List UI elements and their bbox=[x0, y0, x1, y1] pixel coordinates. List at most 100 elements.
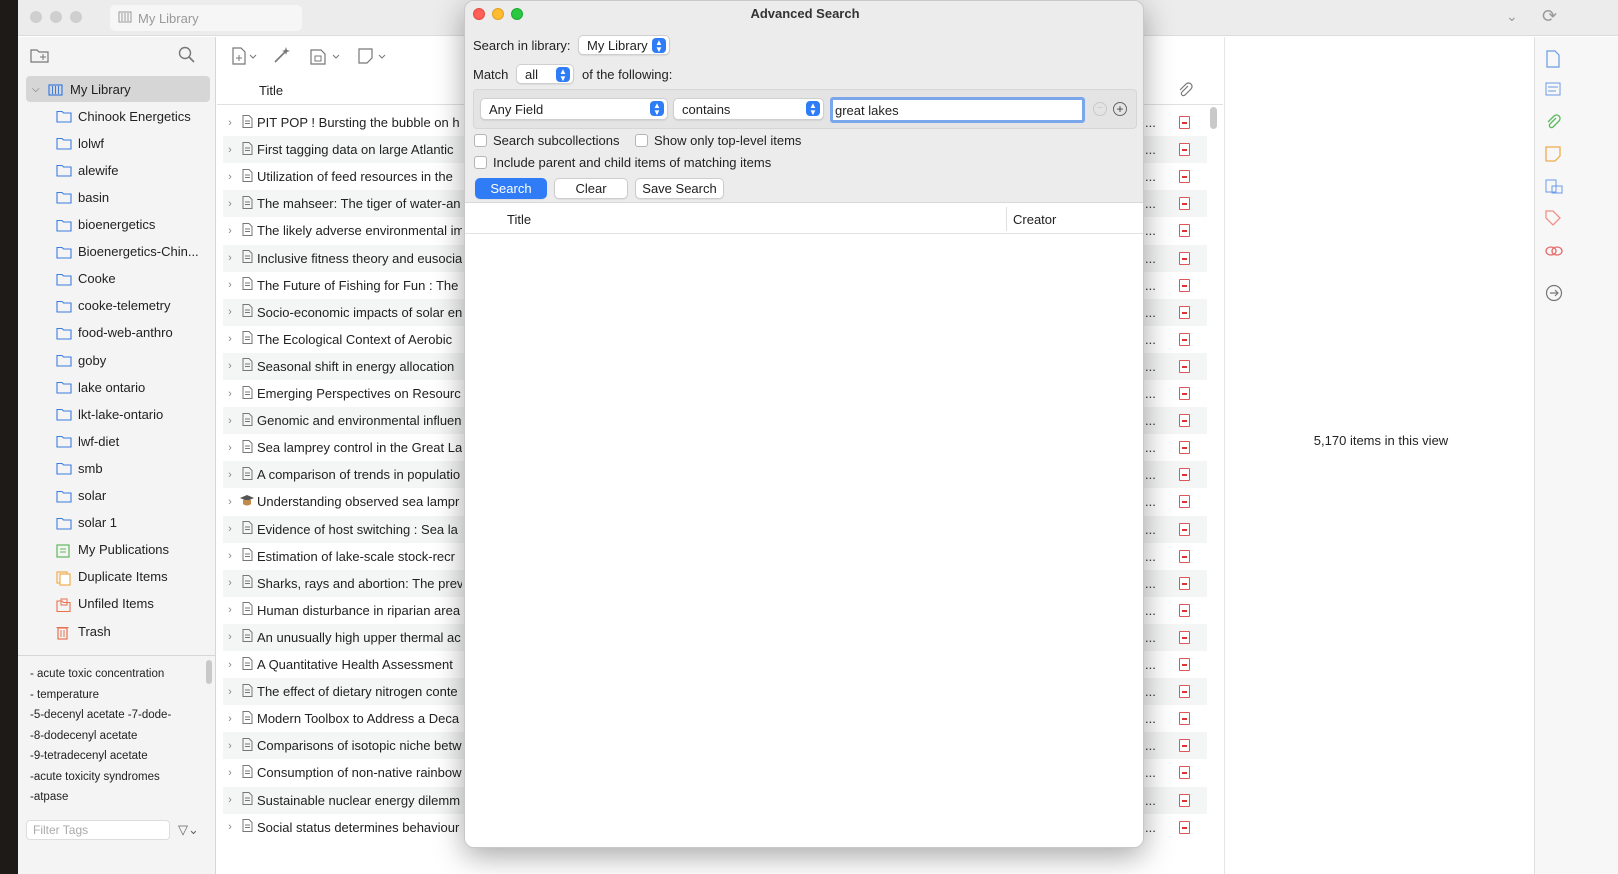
pdf-attachment-icon[interactable] bbox=[1179, 305, 1190, 319]
chevron-right-icon[interactable]: › bbox=[223, 821, 237, 833]
pdf-attachment-icon[interactable] bbox=[1179, 712, 1190, 726]
collection-my-library[interactable]: ⌵ My Library bbox=[26, 76, 210, 102]
pdf-attachment-icon[interactable] bbox=[1179, 685, 1190, 699]
chevron-right-icon[interactable]: › bbox=[223, 442, 237, 454]
pdf-attachment-icon[interactable] bbox=[1179, 251, 1190, 265]
search-subcollections-checkbox[interactable] bbox=[474, 134, 487, 147]
pdf-attachment-icon[interactable] bbox=[1179, 820, 1190, 834]
tag-item[interactable]: -9-tetradecenyl acetate bbox=[30, 746, 216, 767]
pdf-attachment-icon[interactable] bbox=[1179, 143, 1190, 157]
collection-item[interactable]: basin bbox=[26, 184, 210, 210]
pdf-attachment-icon[interactable] bbox=[1179, 116, 1190, 129]
collection-item[interactable]: lwf-diet bbox=[26, 428, 210, 454]
chevron-right-icon[interactable]: › bbox=[223, 360, 237, 372]
add-attachment-icon[interactable] bbox=[309, 47, 343, 68]
operator-select[interactable]: contains ▲ ▼ bbox=[673, 98, 824, 120]
field-select[interactable]: Any Field ▲ ▼ bbox=[480, 98, 668, 120]
results-creator-column[interactable]: Creator bbox=[1013, 212, 1056, 227]
search-value-input[interactable]: great lakes bbox=[830, 97, 1085, 123]
new-collection-icon[interactable] bbox=[30, 46, 50, 67]
sync-icon[interactable]: ⟳ bbox=[1542, 6, 1557, 27]
tag-item[interactable]: -atpase bbox=[30, 787, 216, 808]
pdf-attachment-icon[interactable] bbox=[1179, 224, 1190, 238]
pdf-attachment-icon[interactable] bbox=[1179, 387, 1190, 400]
collection-item[interactable]: My Publications bbox=[26, 537, 210, 563]
related-icon[interactable] bbox=[1545, 244, 1563, 260]
chevron-right-icon[interactable]: › bbox=[223, 117, 237, 129]
pdf-attachment-icon[interactable] bbox=[1179, 170, 1190, 184]
chevron-down-icon[interactable]: ⌵ bbox=[32, 84, 42, 95]
collection-item[interactable]: solar bbox=[26, 483, 210, 509]
search-button[interactable]: Search bbox=[475, 178, 547, 199]
locate-icon[interactable] bbox=[1545, 284, 1563, 302]
tag-item[interactable]: - acute toxic concentration bbox=[30, 664, 216, 685]
pdf-attachment-icon[interactable] bbox=[1179, 332, 1190, 346]
collection-item[interactable]: Trash bbox=[26, 618, 210, 644]
collection-item[interactable]: alewife bbox=[26, 157, 210, 183]
chevron-right-icon[interactable]: › bbox=[223, 469, 237, 481]
tag-item[interactable]: -5-decenyl acetate -7-dode- bbox=[30, 705, 216, 726]
chevron-right-icon[interactable]: › bbox=[223, 496, 237, 508]
tags-icon[interactable] bbox=[1545, 210, 1563, 226]
tag-item[interactable]: -8-dodecenyl acetate bbox=[30, 726, 216, 747]
chevron-right-icon[interactable]: › bbox=[223, 523, 237, 535]
pdf-attachment-icon[interactable] bbox=[1179, 441, 1190, 455]
chevron-right-icon[interactable]: › bbox=[223, 252, 237, 264]
title-column-header[interactable]: Title bbox=[259, 83, 283, 98]
chevron-right-icon[interactable]: › bbox=[223, 794, 237, 806]
collection-item[interactable]: lake ontario bbox=[26, 374, 210, 400]
tag-filter-input[interactable]: Filter Tags bbox=[26, 820, 170, 840]
search-icon[interactable] bbox=[178, 46, 196, 67]
pdf-attachment-icon[interactable] bbox=[1179, 197, 1190, 211]
collection-item[interactable]: bioenergetics bbox=[26, 212, 210, 238]
chevron-right-icon[interactable]: › bbox=[223, 198, 237, 210]
pdf-attachment-icon[interactable] bbox=[1179, 576, 1190, 590]
library-tab[interactable]: My Library bbox=[110, 5, 302, 31]
add-condition-icon[interactable]: + bbox=[1113, 102, 1127, 116]
attachments-icon[interactable] bbox=[1545, 114, 1563, 130]
chevron-right-icon[interactable]: › bbox=[223, 686, 237, 698]
info-icon[interactable] bbox=[1545, 50, 1563, 68]
pdf-attachment-icon[interactable] bbox=[1179, 766, 1190, 780]
chevron-right-icon[interactable]: › bbox=[223, 631, 237, 643]
pdf-attachment-icon[interactable] bbox=[1179, 522, 1190, 536]
minimize-window-button[interactable] bbox=[50, 11, 62, 23]
match-select[interactable]: all ▲ ▼ bbox=[516, 64, 574, 84]
pdf-attachment-icon[interactable] bbox=[1179, 468, 1190, 482]
chevron-right-icon[interactable]: › bbox=[223, 225, 237, 237]
chevron-right-icon[interactable]: › bbox=[223, 144, 237, 156]
tag-scrollbar[interactable] bbox=[206, 660, 212, 684]
pdf-attachment-icon[interactable] bbox=[1179, 414, 1190, 428]
collection-item[interactable]: solar 1 bbox=[26, 510, 210, 536]
libraries-collections-icon[interactable] bbox=[1545, 178, 1563, 194]
results-title-column[interactable]: Title bbox=[507, 212, 531, 227]
collection-item[interactable]: Duplicate Items bbox=[26, 564, 210, 590]
save-search-button[interactable]: Save Search bbox=[635, 178, 724, 199]
pdf-attachment-icon[interactable] bbox=[1179, 603, 1190, 617]
library-select[interactable]: My Library ▲ ▼ bbox=[578, 35, 670, 55]
chevron-right-icon[interactable]: › bbox=[223, 767, 237, 779]
show-top-level-checkbox[interactable] bbox=[635, 134, 648, 147]
chevron-right-icon[interactable]: › bbox=[223, 659, 237, 671]
collection-item[interactable]: lolwf bbox=[26, 130, 210, 156]
new-note-icon[interactable] bbox=[357, 47, 389, 68]
notes-icon[interactable] bbox=[1545, 146, 1563, 162]
collection-item[interactable]: goby bbox=[26, 347, 210, 373]
pdf-attachment-icon[interactable] bbox=[1179, 495, 1190, 509]
chevron-right-icon[interactable]: › bbox=[223, 577, 237, 589]
chevron-right-icon[interactable]: › bbox=[223, 713, 237, 725]
collection-item[interactable]: Chinook Energetics bbox=[26, 103, 210, 129]
chevron-right-icon[interactable]: › bbox=[223, 740, 237, 752]
pdf-attachment-icon[interactable] bbox=[1179, 359, 1190, 373]
chevron-right-icon[interactable]: › bbox=[223, 333, 237, 345]
pdf-attachment-icon[interactable] bbox=[1179, 630, 1190, 644]
collection-item[interactable]: food-web-anthro bbox=[26, 320, 210, 346]
chevron-right-icon[interactable]: › bbox=[223, 306, 237, 318]
magic-wand-icon[interactable] bbox=[273, 46, 291, 67]
chevron-right-icon[interactable]: › bbox=[223, 171, 237, 183]
collection-item[interactable]: Bioenergetics-Chin... bbox=[26, 239, 210, 265]
abstract-icon[interactable] bbox=[1545, 82, 1563, 98]
items-scrollbar[interactable] bbox=[1210, 107, 1217, 129]
attachment-column-icon[interactable] bbox=[1177, 82, 1193, 101]
tag-item[interactable]: - temperature bbox=[30, 685, 216, 706]
